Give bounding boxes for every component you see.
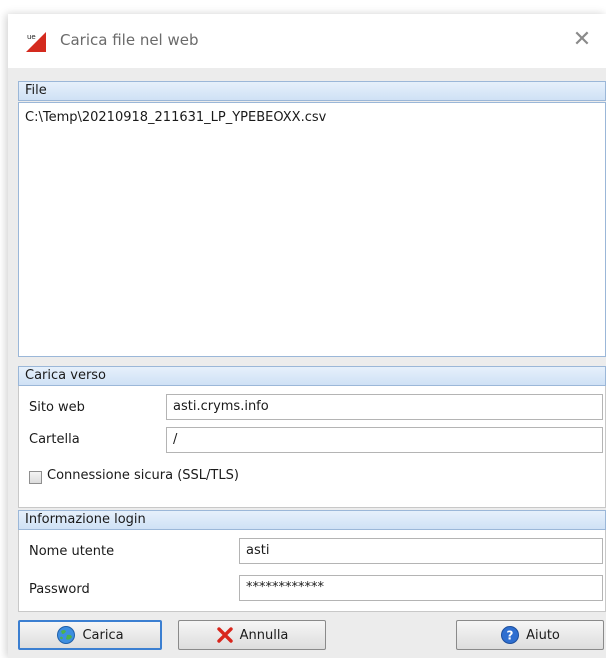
- password-field[interactable]: ************: [239, 575, 603, 601]
- svg-text:ue: ue: [27, 33, 36, 41]
- folder-field[interactable]: /: [166, 427, 603, 453]
- help-button[interactable]: ? Aiuto: [456, 620, 604, 650]
- upload-button-label: Carica: [82, 627, 124, 643]
- file-section-header: File: [18, 81, 606, 101]
- svg-text:?: ?: [507, 629, 514, 643]
- file-list-item[interactable]: C:\Temp\20210918_211631_LP_YPEBEOXX.csv: [25, 110, 599, 125]
- cancel-button[interactable]: Annulla: [178, 620, 326, 650]
- cancel-button-label: Annulla: [239, 627, 289, 643]
- password-label: Password: [29, 582, 90, 597]
- upload-dialog: ue Carica file nel web ✕ File C:\Temp\20…: [8, 14, 606, 658]
- upload-button[interactable]: Carica: [18, 620, 162, 650]
- globe-upload-icon: [57, 626, 76, 644]
- file-list[interactable]: C:\Temp\20210918_211631_LP_YPEBEOXX.csv: [18, 102, 606, 357]
- secure-connection-checkbox[interactable]: [29, 471, 42, 484]
- window-title: Carica file nel web: [60, 31, 199, 49]
- site-field[interactable]: asti.cryms.info: [166, 394, 603, 420]
- upload-section-panel: Sito web asti.cryms.info Cartella / Conn…: [18, 386, 606, 508]
- folder-label: Cartella: [29, 432, 80, 447]
- username-field[interactable]: asti: [239, 538, 603, 564]
- title-bar: ue Carica file nel web ✕: [8, 14, 606, 68]
- login-section-header: Informazione login: [18, 510, 606, 530]
- help-icon: ?: [501, 626, 520, 644]
- login-section-panel: Nome utente asti Password ************: [18, 530, 606, 612]
- red-x-icon: [216, 627, 233, 643]
- secure-connection-label: Connessione sicura (SSL/TLS): [47, 468, 239, 483]
- help-button-label: Aiuto: [526, 627, 560, 643]
- upload-section-header: Carica verso: [18, 366, 606, 386]
- app-logo-icon: ue: [26, 32, 46, 52]
- close-icon[interactable]: ✕: [570, 28, 594, 52]
- site-label: Sito web: [29, 400, 85, 415]
- username-label: Nome utente: [29, 544, 115, 559]
